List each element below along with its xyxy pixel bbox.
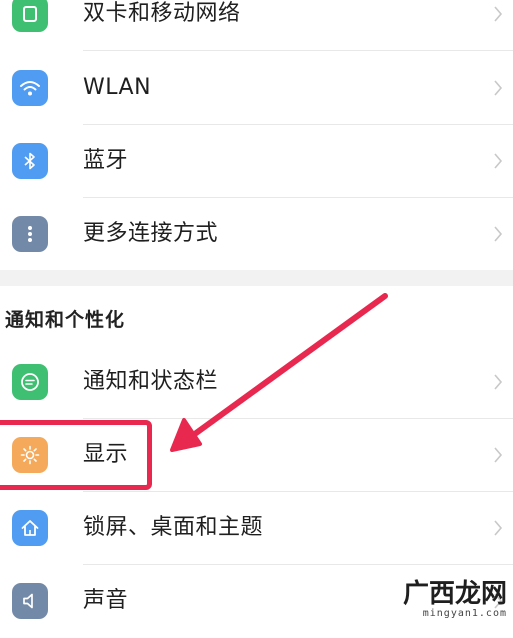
watermark-url: mingyan1.com — [422, 608, 507, 619]
watermark: 广西龙网 mingyan1.com — [403, 580, 507, 619]
annotation-arrow — [170, 293, 388, 452]
watermark-name: 广西龙网 — [402, 579, 507, 609]
